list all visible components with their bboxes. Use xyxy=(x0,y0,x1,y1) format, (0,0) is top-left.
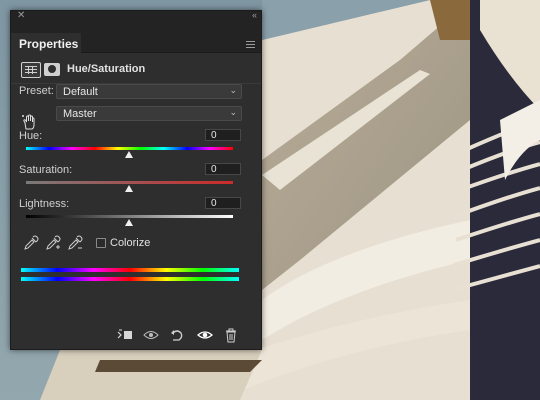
hue-slider-track[interactable] xyxy=(26,147,233,150)
saturation-value-input[interactable]: 0 xyxy=(205,163,241,175)
colorize-label[interactable]: Colorize xyxy=(110,237,150,249)
collapse-icon[interactable]: ‹‹ xyxy=(252,10,257,20)
output-spectrum-bar xyxy=(21,277,239,281)
colorize-checkbox[interactable] xyxy=(96,238,106,248)
preset-label: Preset: xyxy=(19,85,54,97)
adjustment-title: Hue/Saturation xyxy=(67,63,146,75)
eyedropper-minus-icon[interactable] xyxy=(67,235,83,251)
chevron-down-icon: ⌄ xyxy=(229,107,237,117)
lightness-slider-track[interactable] xyxy=(26,215,233,218)
input-spectrum-bar xyxy=(21,268,239,272)
preset-value: Default xyxy=(63,86,98,98)
properties-panel: ✕ ‹‹ Properties Hue/Saturation Preset: D… xyxy=(10,10,262,350)
panel-title-bar: ✕ ‹‹ xyxy=(11,10,261,23)
clip-to-layer-icon[interactable] xyxy=(117,327,133,343)
lightness-slider-thumb[interactable] xyxy=(125,219,133,226)
lightness-value-input[interactable]: 0 xyxy=(205,197,241,209)
panel-tab-row: Properties xyxy=(11,23,261,53)
preset-dropdown[interactable]: Default ⌄ xyxy=(56,84,242,99)
layer-mask-icon[interactable] xyxy=(44,63,60,76)
adjustment-layer-icon[interactable] xyxy=(21,62,41,78)
channel-value: Master xyxy=(63,108,97,120)
menu-icon[interactable] xyxy=(246,41,255,50)
close-icon[interactable]: ✕ xyxy=(17,10,25,21)
chevron-down-icon: ⌄ xyxy=(229,85,237,95)
delete-icon[interactable] xyxy=(223,327,239,343)
channel-dropdown[interactable]: Master ⌄ xyxy=(56,106,242,121)
tab-properties[interactable]: Properties xyxy=(11,33,81,53)
saturation-slider-track[interactable] xyxy=(26,181,233,184)
panel-footer xyxy=(11,321,261,349)
lightness-label: Lightness: xyxy=(19,198,70,210)
hue-slider-thumb[interactable] xyxy=(125,151,133,158)
saturation-slider-thumb[interactable] xyxy=(125,185,133,192)
saturation-label: Saturation: xyxy=(19,164,73,176)
eyedropper-icon[interactable] xyxy=(23,235,39,251)
hue-value-input[interactable]: 0 xyxy=(205,129,241,141)
hue-label: Hue: xyxy=(19,130,43,142)
adjustment-header: Hue/Saturation xyxy=(11,54,261,84)
visibility-icon[interactable] xyxy=(197,327,213,343)
target-adjust-hand-icon[interactable] xyxy=(21,114,37,130)
reset-icon[interactable] xyxy=(169,327,185,343)
view-previous-state-icon[interactable] xyxy=(143,327,159,343)
eyedropper-plus-icon[interactable] xyxy=(45,235,61,251)
